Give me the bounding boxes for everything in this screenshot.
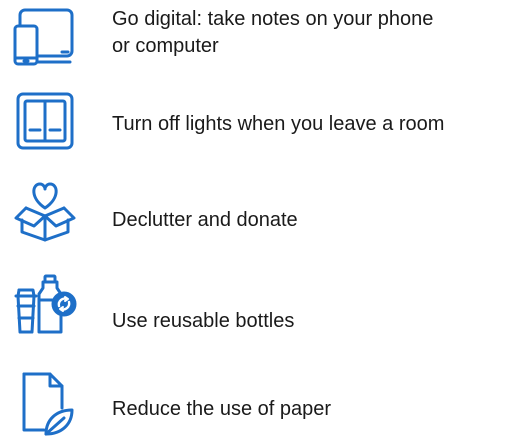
tip-label-line-1: Reduce the use of paper — [112, 398, 332, 420]
tip-label: Turn off lights when you leave a room — [112, 111, 444, 138]
tip-label-line-1: Declutter and donate — [112, 209, 298, 231]
tip-label: Go digital: take notes on your phone or … — [112, 6, 433, 60]
reusable-bottles-icon — [12, 274, 78, 338]
tip-declutter-donate: Declutter and donate — [0, 176, 515, 256]
tip-reduce-paper: Reduce the use of paper — [0, 366, 515, 445]
light-switch-icon — [12, 90, 78, 154]
tip-reusable-bottles: Use reusable bottles — [0, 272, 515, 352]
tip-label: Declutter and donate — [112, 207, 298, 234]
devices-icon — [12, 6, 78, 70]
tip-label: Reduce the use of paper — [112, 396, 331, 423]
tip-label: Use reusable bottles — [112, 308, 294, 335]
tip-label-line-1: Go digital: take notes on your phone — [112, 8, 434, 30]
tip-label-line-2: or computer — [112, 35, 219, 57]
paper-leaf-icon — [12, 372, 78, 436]
tip-label-line-1: Use reusable bottles — [112, 310, 295, 332]
tip-go-digital: Go digital: take notes on your phone or … — [0, 0, 515, 80]
tip-label-line-1: Turn off lights when you leave a room — [112, 113, 445, 135]
heart-box-icon — [12, 178, 78, 242]
eco-tips-list: Go digital: take notes on your phone or … — [0, 0, 515, 445]
tip-turn-off-lights: Turn off lights when you leave a room — [0, 86, 515, 166]
